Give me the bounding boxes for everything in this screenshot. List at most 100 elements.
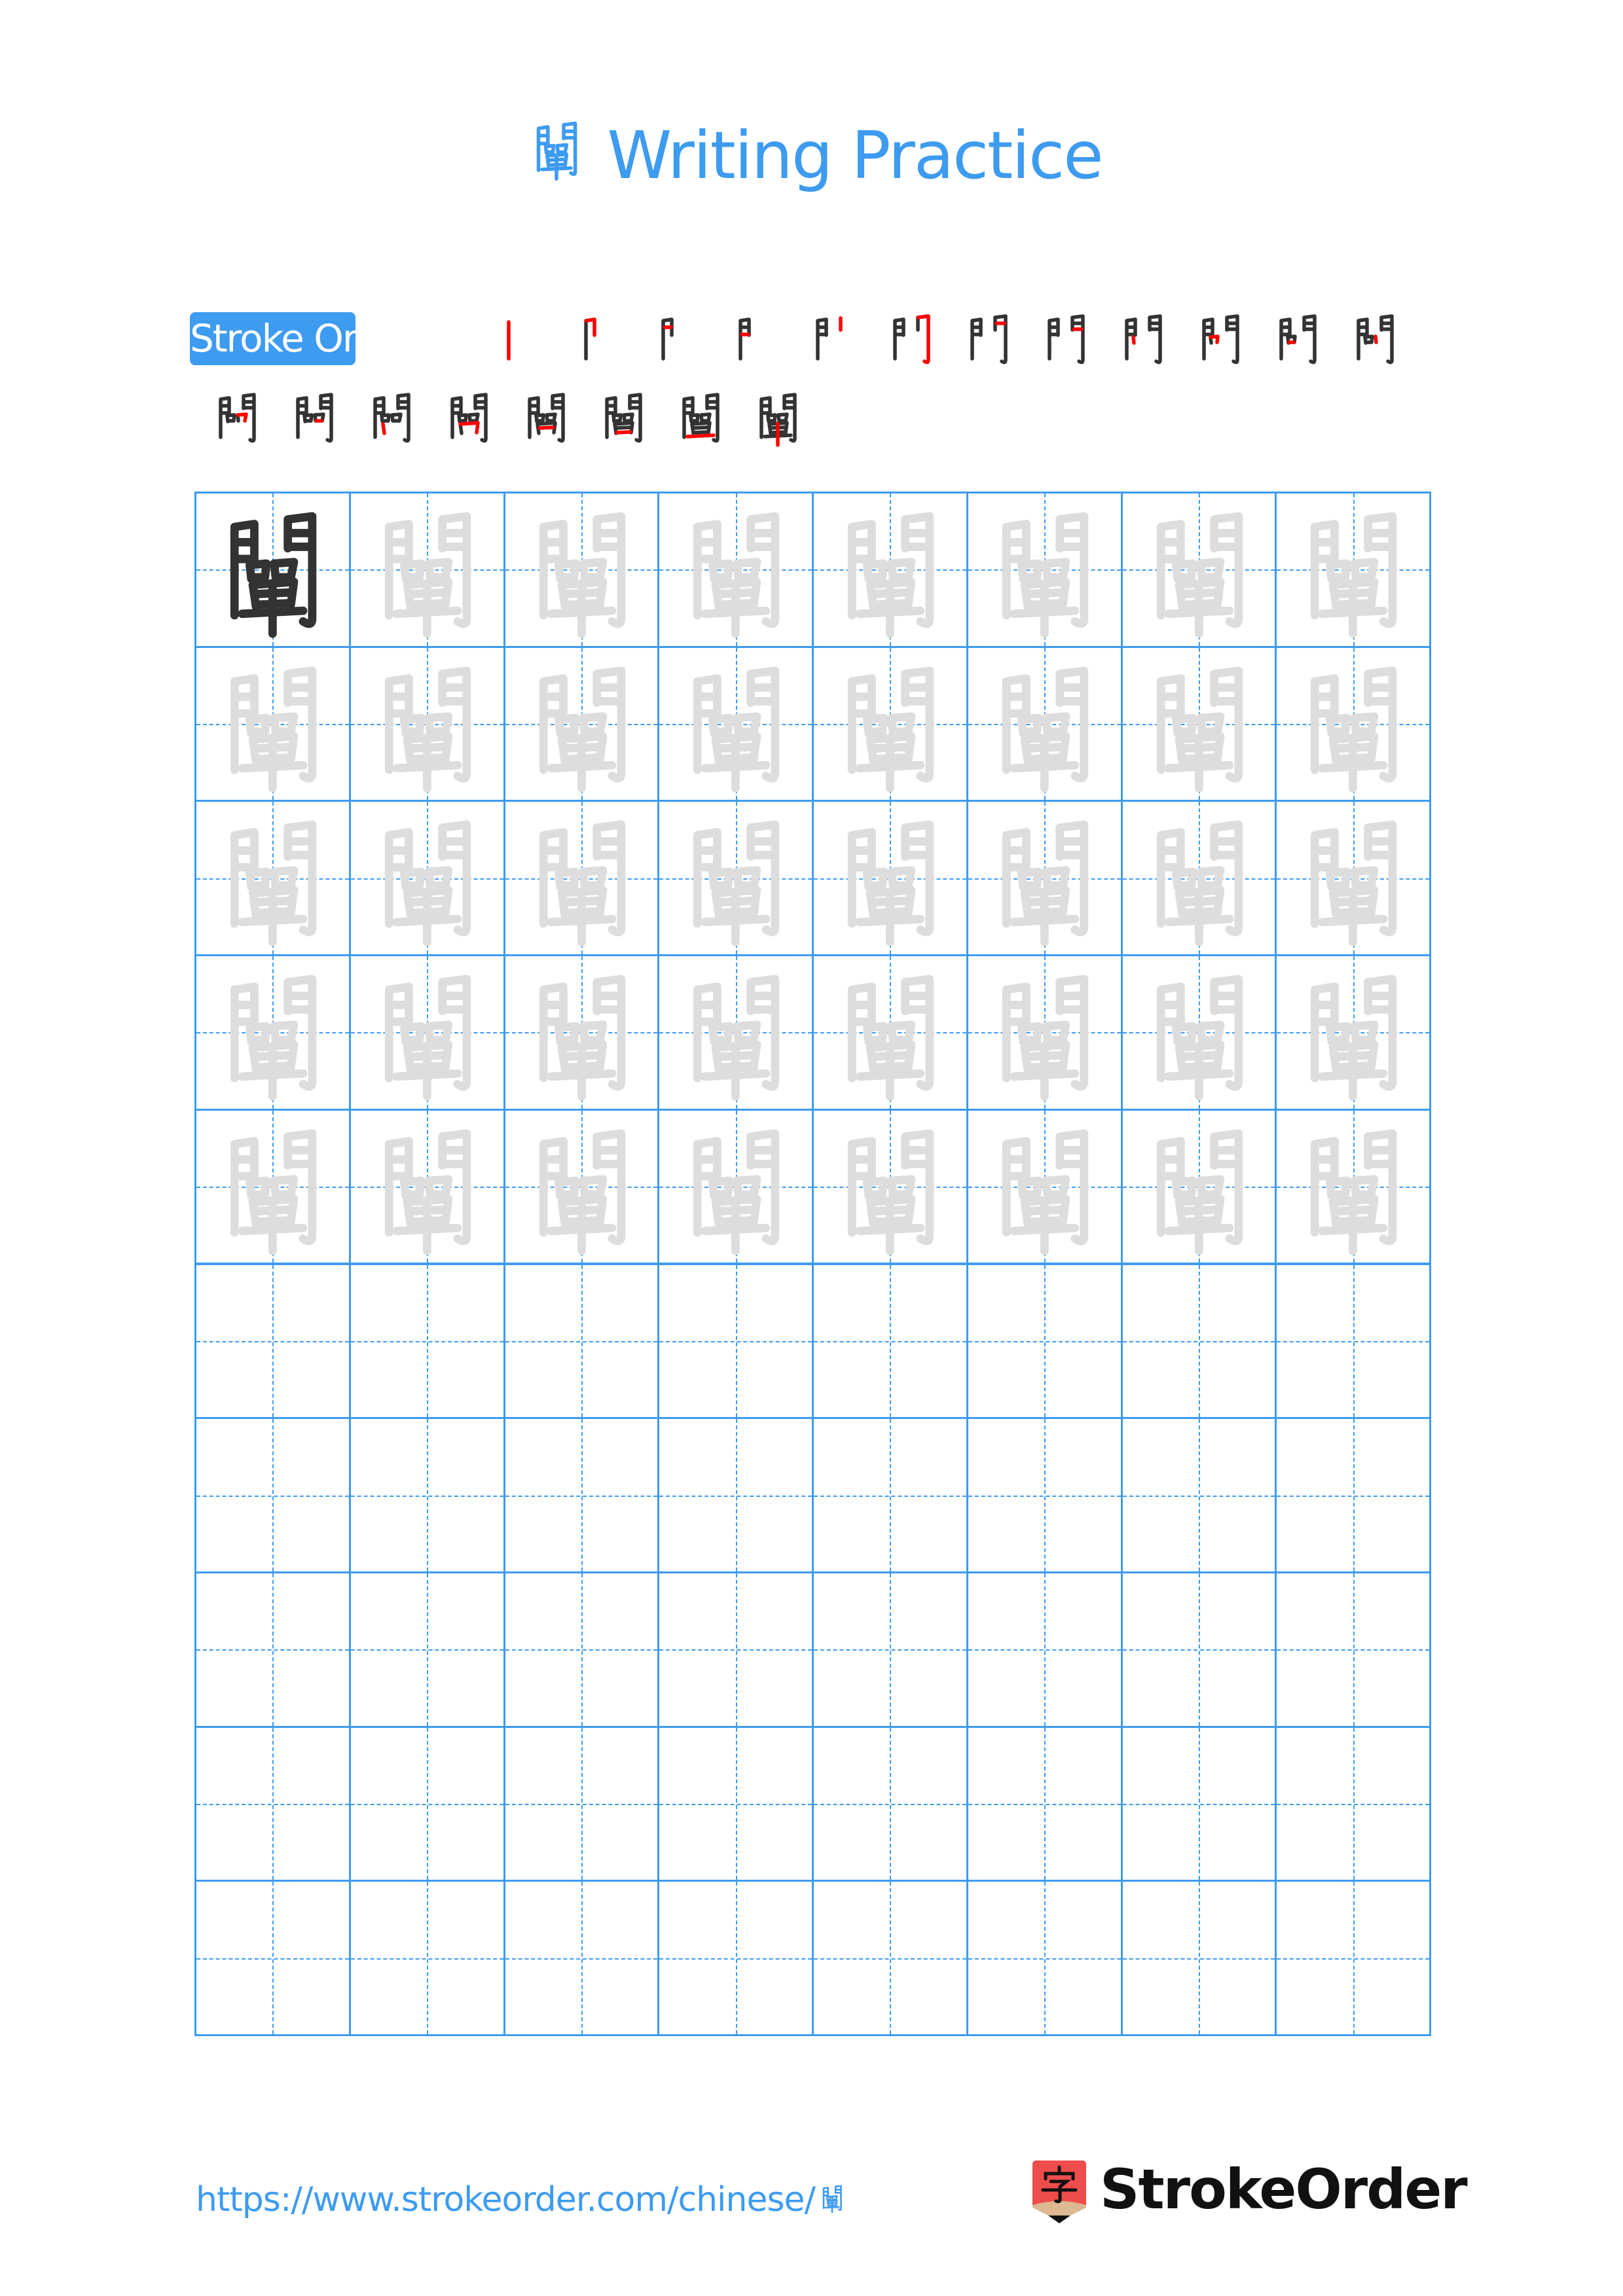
stroke-step-14 [296,393,333,443]
stroke-step-11 [1279,314,1317,365]
empty-practice-cell [194,1725,351,1882]
horizontal-guide-line [968,1649,1121,1651]
empty-practice-cell [194,1571,351,1728]
trace-character-glyph [1002,666,1089,793]
stroke-step-19 [682,393,720,443]
empty-practice-cell [503,1263,660,1420]
trace-character-glyph [1311,1129,1397,1255]
trace-character-glyph [384,512,471,638]
trace-character-glyph [1156,666,1243,793]
trace-character-cell [1120,954,1277,1111]
trace-character-cell [194,1108,351,1265]
empty-practice-cell [966,1571,1123,1728]
trace-character-glyph [1002,975,1089,1101]
stroke-18 [692,430,710,435]
empty-practice-cell [966,1880,1123,2036]
trace-character-glyph [230,1129,317,1255]
empty-practice-cell [657,1880,814,2036]
horizontal-guide-line [196,1649,349,1651]
empty-practice-cell [1275,1263,1431,1420]
stroke-step-5 [816,316,843,361]
empty-practice-cell [503,1417,660,1573]
horizontal-guide-line [659,1803,812,1805]
horizontal-guide-line [505,1803,658,1805]
empty-practice-cell [657,1263,814,1420]
empty-practice-cell [1275,1880,1431,2036]
trace-character-glyph [539,512,625,638]
empty-practice-cell [1120,1417,1277,1573]
trace-character-glyph [1156,512,1243,638]
empty-practice-cell [194,1880,351,2036]
empty-practice-cell [348,1725,505,1882]
trace-character-cell [657,800,814,957]
horizontal-guide-line [814,1958,966,1960]
title-character-glyph [537,121,577,181]
stroke-step-12 [1357,314,1394,365]
trace-character-cell [657,1108,814,1265]
new-stroke-18 [615,430,632,435]
trace-character-glyph [384,1129,471,1255]
horizontal-guide-line [196,1495,349,1497]
horizontal-guide-line [196,1803,349,1805]
empty-practice-cell [348,1880,505,2036]
trace-character-cell [966,800,1123,957]
trace-character-glyph [693,1129,780,1255]
footer-url-character-glyph [822,2185,842,2214]
trace-character-glyph [847,975,934,1101]
stroke-step-9 [1125,314,1162,365]
stroke-step-17 [528,393,565,443]
trace-character-cell [1120,1108,1277,1265]
stroke-17 [692,425,710,430]
trace-character-glyph [384,820,471,946]
trace-character-glyph [1156,975,1243,1101]
trace-character-glyph [230,975,317,1101]
trace-character-glyph [384,975,471,1101]
horizontal-guide-line [659,1340,812,1342]
trace-character-glyph [847,512,934,638]
trace-character-glyph [1156,1129,1243,1255]
empty-practice-cell [966,1417,1123,1573]
stroke-step-15 [373,393,410,443]
trace-character-cell [966,492,1123,648]
horizontal-guide-line [1277,1649,1429,1651]
horizontal-guide-line [1277,1958,1429,1960]
horizontal-guide-line [814,1649,966,1651]
empty-practice-cell [812,1263,968,1420]
empty-practice-cell [1120,1725,1277,1882]
trace-character-glyph [539,820,625,946]
trace-character-cell [812,492,968,648]
empty-practice-cell [966,1263,1123,1420]
stroke-step-16 [450,393,488,443]
stroke-step-4 [739,317,751,361]
footer-url-link[interactable]: https://www.strokeorder.com/chinese/ [196,2178,849,2219]
stroke-step-20 [759,393,797,447]
trace-character-cell [503,645,660,802]
horizontal-guide-line [505,1340,658,1342]
empty-practice-cell [812,1417,968,1573]
trace-character-glyph [693,975,780,1101]
horizontal-guide-line [350,1803,503,1805]
empty-practice-cell [812,1880,968,2036]
empty-practice-cell [503,1571,660,1728]
horizontal-guide-line [505,1958,658,1960]
empty-practice-cell [1275,1417,1431,1573]
horizontal-guide-line [196,1958,349,1960]
empty-practice-cell [1275,1725,1431,1882]
stroke-order-label: Stroke Order [190,312,416,365]
trace-character-glyph [693,512,780,638]
trace-character-glyph [384,666,471,793]
empty-practice-cell [1275,1571,1431,1728]
horizontal-guide-line [968,1803,1121,1805]
stroke-17 [615,425,632,430]
trace-character-glyph [693,820,780,946]
practice-grid [194,492,1431,2036]
horizontal-guide-line [1277,1495,1429,1497]
trace-character-cell [1275,954,1431,1111]
trace-character-cell [1275,1108,1431,1265]
trace-character-cell [657,645,814,802]
horizontal-guide-line [659,1495,812,1497]
empty-practice-cell [348,1417,505,1573]
trace-character-cell [348,1108,505,1265]
empty-practice-cell [503,1880,660,2036]
horizontal-guide-line [968,1340,1121,1342]
